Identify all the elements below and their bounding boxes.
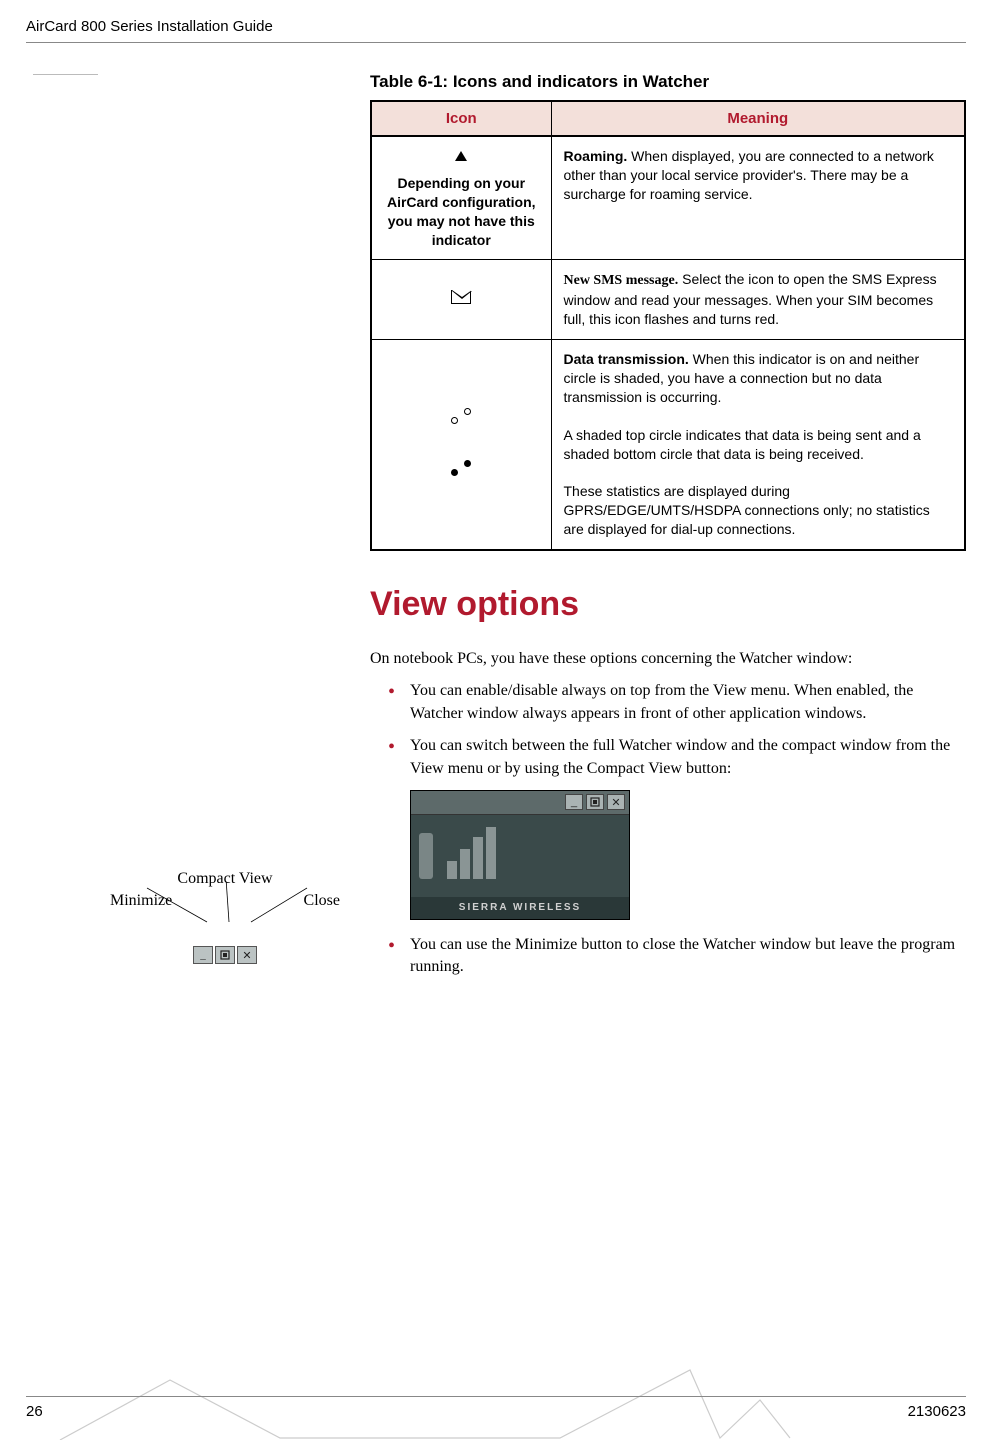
data-bold: Data transmission. [564, 351, 689, 367]
meaning-cell-sms: New SMS message. Select the icon to open… [551, 260, 965, 340]
table-title: Table 6-1: Icons and indicators in Watch… [370, 72, 966, 92]
close-button-image: ✕ [607, 794, 625, 810]
compact-view-icon [215, 946, 235, 964]
table-row: Data transmission. When this indicator i… [371, 340, 965, 550]
minimize-icon: _ [193, 946, 213, 964]
intro-paragraph: On notebook PCs, you have these options … [370, 648, 966, 670]
page-footer: 26 2130623 [26, 1396, 966, 1420]
main-content: Table 6-1: Icons and indicators in Watch… [370, 72, 966, 989]
icon-cell-data [371, 340, 551, 550]
page-number: 26 [26, 1403, 43, 1420]
list-item: You can use the Minimize button to close… [394, 934, 966, 979]
data-circles-filled-icon [451, 460, 471, 476]
compact-view-button-image [586, 794, 604, 810]
envelope-icon [451, 290, 471, 304]
col-meaning: Meaning [551, 101, 965, 136]
close-icon: ✕ [237, 946, 257, 964]
icon-cell-sms [371, 260, 551, 340]
window-buttons-diagram: _ ✕ [100, 946, 350, 964]
roaming-icon-caption: Depending on your AirCard configuration,… [384, 174, 539, 250]
bullet-list-after: You can use the Minimize button to close… [370, 934, 966, 979]
sidebar-annotation: Compact View Minimize Close _ ✕ [100, 870, 350, 964]
roaming-bold: Roaming. [564, 148, 628, 164]
data-p2: A shaded top circle indicates that data … [564, 427, 921, 462]
icons-table: Icon Meaning Depending on your AirCard c… [370, 100, 966, 551]
phone-icon [419, 833, 433, 879]
roaming-triangle-icon [455, 151, 467, 161]
sms-bold: New SMS message. [564, 273, 679, 288]
section-heading-view-options: View options [370, 585, 966, 624]
table-row: New SMS message. Select the icon to open… [371, 260, 965, 340]
side-box-decoration [33, 70, 98, 75]
header-rule [26, 42, 966, 43]
bullet-list: You can enable/disable always on top fro… [370, 680, 966, 780]
brand-footer: SIERRA WIRELESS [411, 897, 629, 919]
page-header: AirCard 800 Series Installation Guide [26, 18, 273, 35]
minimize-button-image: _ [565, 794, 583, 810]
footer-wave-decoration [0, 1350, 996, 1440]
signal-bars-icon [447, 823, 496, 879]
list-item: You can enable/disable always on top fro… [394, 680, 966, 725]
data-p3: These statistics are displayed during GP… [564, 483, 930, 537]
col-icon: Icon [371, 101, 551, 136]
table-row: Depending on your AirCard configuration,… [371, 136, 965, 260]
data-circles-empty-icon [451, 408, 471, 424]
doc-number: 2130623 [908, 1403, 966, 1420]
callout-lines-icon [107, 882, 347, 928]
meaning-cell-data: Data transmission. When this indicator i… [551, 340, 965, 550]
meaning-cell-roaming: Roaming. When displayed, you are connect… [551, 136, 965, 260]
icon-cell-roaming: Depending on your AirCard configuration,… [371, 136, 551, 260]
compact-window-screenshot: _ ✕ SIERRA WIRELESS [410, 790, 630, 920]
list-item: You can switch between the full Watcher … [394, 735, 966, 780]
